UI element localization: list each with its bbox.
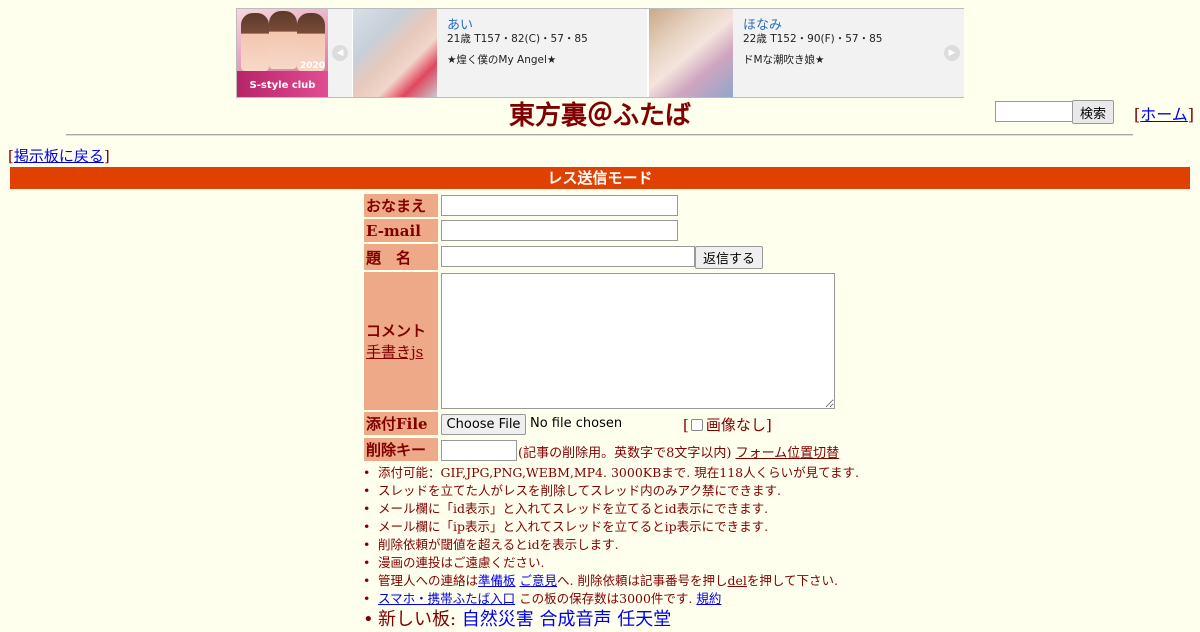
new-board-link[interactable]: 任天堂 [617, 609, 671, 630]
no-image-bracket: [ [683, 415, 689, 434]
notes-list: 添付可能：GIF,JPG,PNG,WEBM,MP4. 3000KBまで. 現在1… [363, 464, 859, 632]
ad-logo-brand-text: S-style club [249, 80, 316, 91]
ad-prev-button[interactable]: ◀ [328, 9, 352, 97]
no-image-option[interactable]: [ 画像なし] [683, 414, 772, 435]
new-board-link[interactable]: 合成音声 [540, 609, 612, 630]
handwrite-link[interactable]: 手書きjs [366, 341, 423, 362]
note-text: へ. 削除依頼は記事番号を押し [557, 573, 728, 588]
delete-key-input[interactable] [441, 440, 517, 461]
ad-card-catch: ★煌く僕のMy Angel★ [447, 54, 557, 66]
delete-key-label: 削除キー [364, 438, 438, 461]
note-text: 管理人への連絡は [378, 573, 479, 588]
prep-board-link[interactable]: 準備板 [478, 573, 516, 588]
search-input[interactable] [995, 101, 1073, 122]
ad-card[interactable]: あい 21歳 T157・82(C)・57・85 ★煌く僕のMy Angel★ [353, 9, 647, 97]
list-item: 管理人への連絡は準備板 ご意見へ. 削除依頼は記事番号を押しdelを押して下さい… [363, 572, 859, 590]
home-bracket-close: ] [1187, 105, 1195, 124]
delete-key-note: (記事の削除用。英数字で8文字以内) [518, 446, 732, 461]
home-link-wrapper: [ホーム] [1134, 101, 1194, 125]
back-link-wrapper: [掲示板に戻る] [8, 145, 110, 166]
name-input[interactable] [441, 195, 678, 216]
comment-textarea[interactable] [441, 273, 835, 409]
home-link[interactable]: ホーム [1140, 105, 1188, 124]
list-item: メール欄に「id表示」と入れてスレッドを立てるとid表示にできます. [363, 500, 859, 518]
list-item: 新しい板: 自然災害 合成音声 任天堂 [363, 608, 859, 632]
comment-label-cell: コメント 手書きjs [364, 272, 438, 410]
list-item: スマホ・携帯ふたば入口 この板の保存数は3000件です. 規約 [363, 590, 859, 608]
ad-logo-photo [269, 11, 297, 69]
ad-logo-brand: 2020 S-style club [237, 61, 328, 97]
del-link[interactable]: del [727, 573, 746, 588]
ad-card-stats: 21歳 T157・82(C)・57・85 [447, 33, 588, 45]
new-boards-label: 新しい板: [378, 609, 462, 630]
ad-banner[interactable]: 2020 S-style club ◀ あい 21歳 T157・82(C)・57… [236, 8, 964, 98]
delete-key-note-wrapper: (記事の削除用。英数字で8文字以内) フォーム位置切替 [518, 442, 839, 461]
ad-card-photo [353, 9, 437, 97]
ad-card[interactable]: ほなみ 22歳 T152・90(F)・57・85 ドMな潮吹き娘★ [649, 9, 943, 97]
back-bracket-close: ] [103, 147, 110, 165]
subject-input[interactable] [441, 246, 695, 267]
file-label: 添付File [364, 412, 438, 435]
subject-label: 題 名 [364, 244, 438, 270]
no-image-label: 画像なし] [705, 416, 772, 434]
ad-logo-year: 2020 [299, 61, 325, 71]
note-text: この板の保存数は3000件です. [515, 591, 693, 606]
list-item: 漫画の連投はご遠慮ください. [363, 554, 859, 572]
email-label: E-mail [364, 219, 438, 242]
ad-logo[interactable]: 2020 S-style club [237, 9, 328, 97]
email-input[interactable] [441, 220, 678, 241]
terms-link[interactable]: 規約 [696, 591, 721, 606]
list-item: 削除依頼が閾値を超えるとidを表示します. [363, 536, 859, 554]
feedback-link[interactable]: ご意見 [520, 573, 558, 588]
ad-card-photo [649, 9, 733, 97]
comment-label: コメント [366, 322, 427, 340]
note-text: を押して下さい. [746, 573, 838, 588]
name-label: おなまえ [364, 194, 438, 217]
ad-next-button[interactable]: ▶ [940, 9, 964, 97]
arrow-right-icon: ▶ [944, 45, 960, 61]
reply-mode-bar: レス送信モード [10, 167, 1190, 189]
list-item: メール欄に「ip表示」と入れてスレッドを立てるとip表示にできます. [363, 518, 859, 536]
ad-card-catch: ドMな潮吹き娘★ [743, 54, 825, 66]
file-status: No file chosen [530, 416, 623, 431]
choose-file-button[interactable]: Choose File [441, 414, 526, 435]
ad-card-stats: 22歳 T152・90(F)・57・85 [743, 33, 883, 45]
no-image-checkbox[interactable] [690, 418, 703, 431]
mobile-entry-link[interactable]: スマホ・携帯ふたば入口 [378, 591, 515, 606]
new-board-link[interactable]: 自然災害 [462, 609, 534, 630]
submit-reply-button[interactable]: 返信する [695, 246, 763, 269]
search-button[interactable]: 検索 [1072, 100, 1114, 124]
list-item: 添付可能：GIF,JPG,PNG,WEBM,MP4. 3000KBまで. 現在1… [363, 464, 859, 482]
header-divider [66, 134, 1133, 136]
ad-logo-photo [241, 13, 269, 71]
back-to-board-link[interactable]: 掲示板に戻る [14, 147, 104, 165]
arrow-left-icon: ◀ [332, 45, 348, 61]
list-item: スレッドを立てた人がレスを削除してスレッド内のみアク禁にできます. [363, 482, 859, 500]
form-position-toggle-link[interactable]: フォーム位置切替 [736, 446, 840, 461]
